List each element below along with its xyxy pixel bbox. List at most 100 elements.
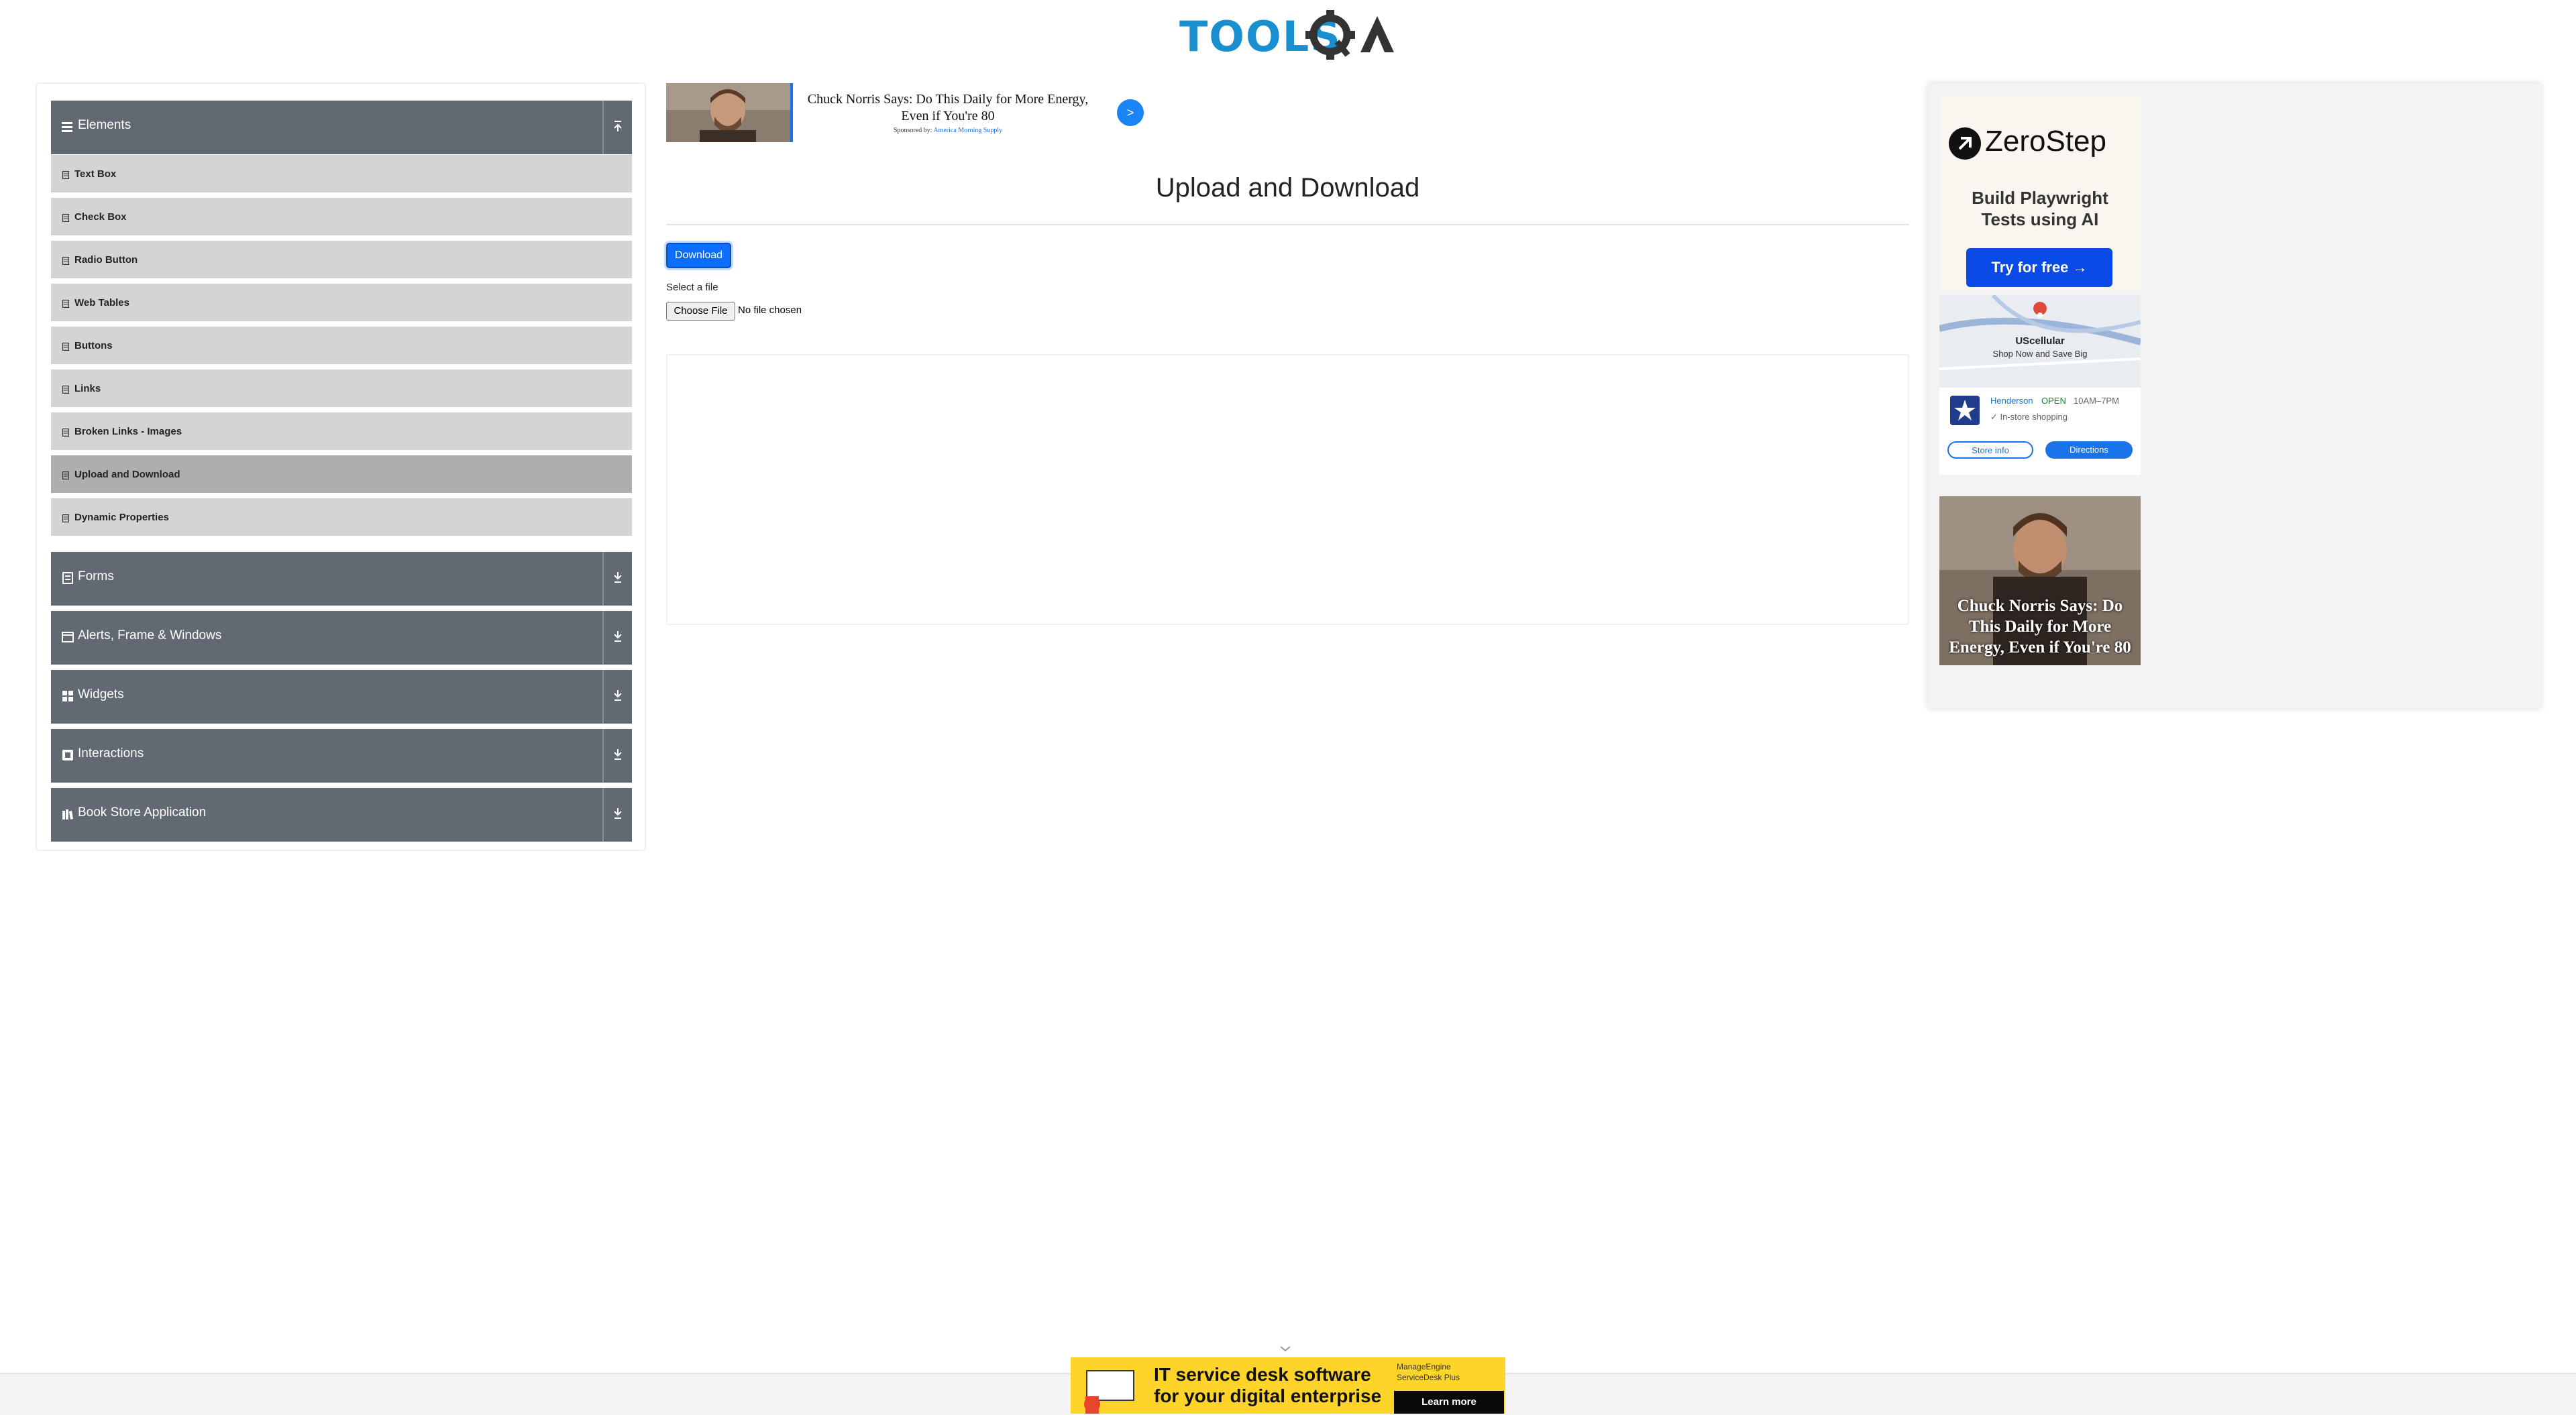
right-ad-panel: ZeroStep Build Playwright Tests using AI… bbox=[1928, 83, 2541, 708]
sidebar-item-buttons[interactable]: Buttons bbox=[51, 327, 632, 367]
arrow-down-icon bbox=[614, 808, 622, 819]
group-widgets[interactable]: Widgets bbox=[51, 670, 632, 724]
illustration-image bbox=[1084, 1370, 1134, 1414]
bottom-ad-line-1: IT service desk software bbox=[1154, 1364, 1371, 1385]
select-file-label: Select a file bbox=[666, 282, 718, 293]
group-title: Forms bbox=[78, 569, 114, 583]
document-icon bbox=[62, 171, 69, 179]
file-status: No file chosen bbox=[738, 304, 802, 316]
window-icon bbox=[62, 632, 74, 642]
sidebar-item-label: Buttons bbox=[74, 340, 113, 351]
document-icon bbox=[62, 214, 69, 222]
zerostep-brand-text: ZeroStep bbox=[1985, 125, 2106, 158]
sidebar-item-web-tables[interactable]: Web Tables bbox=[51, 284, 632, 324]
map-ad[interactable]: UScellular Shop Now and Save Big Henders… bbox=[1939, 295, 2141, 475]
expand-toggle[interactable] bbox=[602, 729, 632, 783]
choose-file-button[interactable]: Choose File bbox=[666, 302, 735, 321]
document-icon bbox=[62, 386, 69, 394]
expand-toggle[interactable] bbox=[602, 611, 632, 665]
page-title: Upload and Download bbox=[1155, 173, 1420, 203]
sidebar-item-label: Radio Button bbox=[74, 254, 138, 266]
store-logo-icon bbox=[1950, 396, 1980, 425]
group-elements[interactable]: Elements bbox=[51, 101, 632, 154]
sidebar-item-label: Check Box bbox=[74, 211, 127, 223]
toolsqa-logo[interactable]: TOOLS bbox=[1179, 9, 1401, 60]
download-button[interactable]: Download bbox=[666, 243, 731, 268]
sidebar-item-label: Broken Links - Images bbox=[74, 426, 182, 437]
group-book-store-header[interactable]: Book Store Application bbox=[51, 788, 632, 842]
bottom-banner-ad[interactable]: IT service desk software for your digita… bbox=[1071, 1357, 1505, 1414]
zerostep-line-2: Tests using AI bbox=[1981, 209, 2099, 229]
sponsor-link[interactable]: America Morning Supply bbox=[933, 127, 1002, 134]
expand-toggle[interactable] bbox=[602, 670, 632, 724]
grid-icon bbox=[62, 691, 73, 701]
document-icon bbox=[62, 257, 69, 265]
expand-toggle[interactable] bbox=[602, 552, 632, 606]
map-place-sub: Shop Now and Save Big bbox=[1992, 349, 2088, 359]
group-forms-header[interactable]: Forms bbox=[51, 552, 632, 606]
ad-thumbnail[interactable] bbox=[666, 83, 793, 142]
ad-sponsor: Sponsored by: America Morning Supply bbox=[807, 127, 1089, 134]
promo-image-ad[interactable]: Chuck Norris Says: Do This Daily for Mor… bbox=[1939, 496, 2141, 665]
try-for-free-button[interactable]: Try for free → bbox=[1966, 248, 2112, 287]
bottom-ad-headline: IT service desk software for your digita… bbox=[1154, 1364, 1381, 1407]
sponsored-prefix: Sponsored by: bbox=[893, 127, 932, 134]
store-shopping: ✓ In-store shopping bbox=[1990, 412, 2068, 422]
upload-result-box bbox=[666, 354, 1909, 625]
map-image[interactable]: UScellular Shop Now and Save Big bbox=[1939, 295, 2141, 388]
group-interactions[interactable]: Interactions bbox=[51, 729, 632, 783]
sidebar-item-label: Text Box bbox=[74, 168, 117, 180]
arrow-down-icon bbox=[614, 749, 622, 760]
title-divider bbox=[666, 224, 1909, 225]
bottom-ad-brand-1: ManageEngine bbox=[1397, 1362, 1451, 1371]
store-open-status: OPEN bbox=[2041, 396, 2066, 406]
store-info-button[interactable]: Store info bbox=[1947, 441, 2033, 459]
chevron-down-icon[interactable] bbox=[1279, 1344, 1292, 1353]
group-title: Elements bbox=[78, 118, 131, 132]
sidebar-item-radio-button[interactable]: Radio Button bbox=[51, 241, 632, 281]
group-forms[interactable]: Forms bbox=[51, 552, 632, 606]
learn-more-button[interactable]: Learn more bbox=[1394, 1391, 1504, 1414]
sidebar-item-broken-links[interactable]: Broken Links - Images bbox=[51, 412, 632, 453]
bottom-ad-line-2: for your digital enterprise bbox=[1154, 1385, 1382, 1406]
promo-caption[interactable]: Chuck Norris Says: Do This Daily for Mor… bbox=[1942, 596, 2138, 658]
zerostep-line-1: Build Playwright bbox=[1972, 188, 2108, 208]
document-icon bbox=[62, 471, 69, 479]
portrait-image bbox=[666, 83, 790, 142]
arrow-down-icon bbox=[614, 572, 622, 583]
arrow-down-icon bbox=[614, 690, 622, 701]
group-widgets-header[interactable]: Widgets bbox=[51, 670, 632, 724]
group-title: Alerts, Frame & Windows bbox=[78, 628, 222, 642]
group-alerts-header[interactable]: Alerts, Frame & Windows bbox=[51, 611, 632, 665]
sidebar-item-upload-download[interactable]: Upload and Download bbox=[51, 455, 632, 496]
ad-headline[interactable]: Chuck Norris Says: Do This Daily for Mor… bbox=[807, 91, 1089, 125]
interaction-icon bbox=[62, 750, 73, 760]
expand-toggle[interactable] bbox=[602, 788, 632, 842]
left-panel: Elements Text Box Check Box Radio Button… bbox=[36, 82, 646, 851]
group-book-store[interactable]: Book Store Application bbox=[51, 788, 632, 842]
group-interactions-header[interactable]: Interactions bbox=[51, 729, 632, 783]
zerostep-ad[interactable]: ZeroStep Build Playwright Tests using AI… bbox=[1939, 95, 2141, 290]
document-icon bbox=[62, 343, 69, 351]
sidebar-item-text-box[interactable]: Text Box bbox=[51, 155, 632, 195]
group-title: Widgets bbox=[78, 687, 124, 701]
zerostep-brand[interactable]: ZeroStep bbox=[1949, 125, 2106, 160]
store-hours: 10AM–7PM bbox=[2074, 396, 2119, 406]
top-banner-ad[interactable]: Chuck Norris Says: Do This Daily for Mor… bbox=[666, 83, 1149, 144]
sidebar-item-dynamic-properties[interactable]: Dynamic Properties bbox=[51, 498, 632, 539]
group-title: Book Store Application bbox=[78, 805, 207, 819]
document-icon bbox=[62, 429, 69, 437]
sidebar-item-links[interactable]: Links bbox=[51, 370, 632, 410]
store-name[interactable]: Henderson bbox=[1990, 396, 2033, 406]
group-alerts[interactable]: Alerts, Frame & Windows bbox=[51, 611, 632, 665]
directions-button[interactable]: Directions bbox=[2045, 441, 2133, 459]
form-icon bbox=[62, 572, 73, 584]
bottom-ad-brand: ManageEngine ServiceDesk Plus bbox=[1397, 1361, 1504, 1388]
ad-go-button[interactable]: > bbox=[1117, 99, 1144, 126]
sidebar-item-label: Links bbox=[74, 383, 101, 394]
collapse-toggle[interactable] bbox=[602, 101, 632, 154]
arrow-down-icon bbox=[614, 631, 622, 642]
menu-icon bbox=[62, 122, 72, 132]
group-elements-header[interactable]: Elements bbox=[51, 101, 632, 154]
sidebar-item-check-box[interactable]: Check Box bbox=[51, 198, 632, 238]
